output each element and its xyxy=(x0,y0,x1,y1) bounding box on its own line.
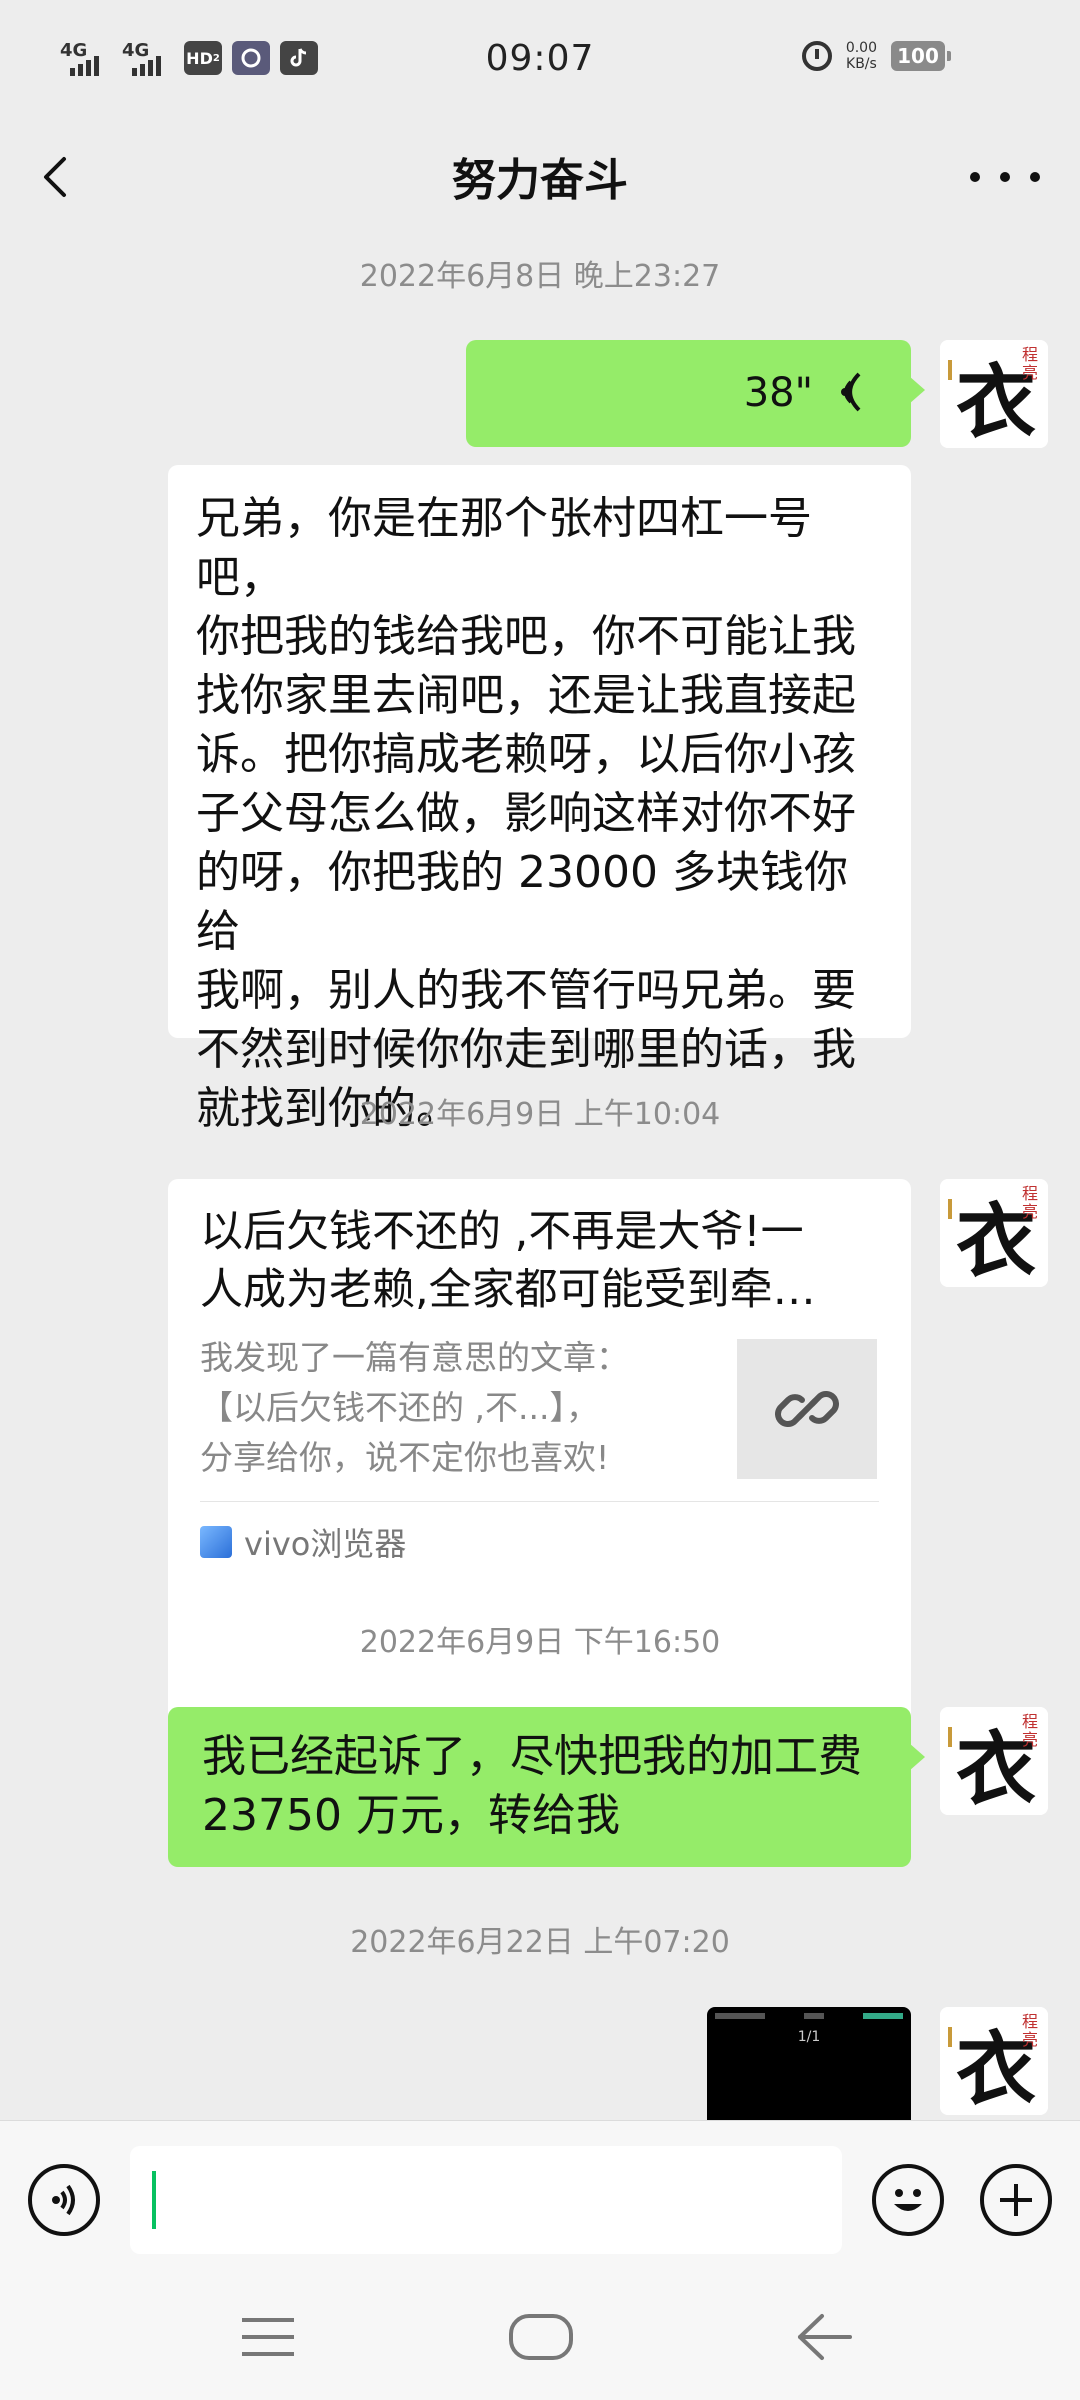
battery-icon: 100 xyxy=(891,41,951,71)
menu-button[interactable] xyxy=(240,2312,296,2362)
dot-icon xyxy=(970,172,980,182)
svg-text:亮: 亮 xyxy=(1022,2030,1038,2049)
plus-icon xyxy=(1000,2184,1032,2216)
svg-text:程: 程 xyxy=(1022,1712,1038,1731)
svg-text:程: 程 xyxy=(1022,345,1038,364)
message-text: 兄弟，你是在那个张村四杠一号吧， 你把我的钱给我吧，你不可能让我 找你家里去闹吧… xyxy=(196,489,883,1138)
timestamp: 2022年6月22日 上午07:20 xyxy=(350,1925,730,1960)
status-bar: 4G 4G HD 2 09:07 0.00 KB/s 100 xyxy=(0,0,1080,122)
avatar-image: 衣 程 亮 xyxy=(940,2007,1048,2115)
message-line: 23750 万元，转给我 xyxy=(202,1790,620,1841)
message-text: 我已经起诉了，尽快把我的加工费 23750 万元，转给我 xyxy=(202,1727,877,1845)
svg-text:程: 程 xyxy=(1022,2012,1038,2031)
timestamp: 2022年6月9日 下午16:50 xyxy=(359,1625,721,1660)
svg-text:亮: 亮 xyxy=(1022,363,1038,382)
avatar[interactable]: 衣 程 亮 xyxy=(940,1707,1048,1815)
emoji-icon xyxy=(894,2189,922,2211)
message-line: 我已经起诉了，尽快把我的加工费 xyxy=(202,1731,862,1782)
alarm-icon xyxy=(801,41,832,71)
speed-value: 0.00 xyxy=(845,40,877,56)
vivo-browser-icon xyxy=(200,1526,232,1558)
battery-level: 100 xyxy=(897,44,939,68)
message-bubble[interactable]: 兄弟，你是在那个张村四杠一号吧， 你把我的钱给我吧，你不可能让我 找你家里去闹吧… xyxy=(168,465,911,1134)
menu-icon xyxy=(242,2318,294,2356)
link-thumbnail xyxy=(737,1339,877,1479)
more-options-button[interactable] xyxy=(970,162,1040,192)
message-line: 找你家里去闹吧，还是让我直接起 xyxy=(196,670,856,721)
input-bar xyxy=(0,2120,1080,2280)
avatar[interactable]: 衣 程 亮 xyxy=(940,2007,1048,2115)
message-line: 兄弟，你是在那个张村四杠一号吧， xyxy=(196,493,812,603)
link-icon xyxy=(775,1391,839,1427)
avatar[interactable]: 衣 程 亮 xyxy=(940,1179,1048,1287)
more-actions-button[interactable] xyxy=(980,2164,1052,2236)
link-source-label: vivo浏览器 xyxy=(244,1525,407,1563)
avatar[interactable]: 衣 程 亮 xyxy=(940,340,1048,448)
timestamp: 2022年6月9日 上午10:04 xyxy=(359,1097,721,1132)
voice-message-bubble[interactable]: 38" xyxy=(466,340,925,447)
timestamp: 2022年6月8日 晚上23:27 xyxy=(359,259,721,294)
avatar-image: 衣 程 亮 xyxy=(940,340,1048,448)
link-desc-line: 分享给你，说不定你也喜欢! xyxy=(200,1438,610,1477)
link-card-description: 我发现了一篇有意思的文章： 【以后欠钱不还的 ,不...】， 分享给你，说不定你… xyxy=(200,1333,720,1483)
link-source: vivo浏览器 xyxy=(200,1519,406,1565)
message-line: 我啊，别人的我不管行吗兄弟。要 xyxy=(196,965,856,1016)
message-list[interactable]: 2022年6月8日 晚上23:27 38" 衣 程 亮 兄弟，你是在那个张村四杠… xyxy=(0,237,1080,2120)
message-line: 诉。把你搞成老赖呀，以后你小孩 xyxy=(196,729,856,780)
voice-input-button[interactable] xyxy=(28,2164,100,2236)
image-message[interactable]: 1/1 xyxy=(707,2007,911,2120)
link-desc-line: 【以后欠钱不还的 ,不...】， xyxy=(200,1388,599,1427)
chat-header: 努力奋斗 xyxy=(0,122,1080,237)
message-input[interactable] xyxy=(130,2146,842,2254)
home-icon xyxy=(509,2314,573,2360)
voice-duration: 38" xyxy=(743,370,813,416)
message-line: 的呀，你把我的 23000 多块钱你给 xyxy=(196,847,848,957)
image-caption: 1/1 xyxy=(797,2029,821,2045)
chat-title: 努力奋斗 xyxy=(452,155,628,206)
voice-wave-icon xyxy=(841,372,861,412)
divider xyxy=(200,1501,879,1502)
link-card-title: 以后欠钱不还的 ,不再是大爷!一 人成为老赖,全家都可能受到牵… xyxy=(200,1203,879,1319)
svg-text:程: 程 xyxy=(1022,1184,1038,1203)
image-status-strip xyxy=(715,2013,903,2023)
link-title-line: 人成为老赖,全家都可能受到牵… xyxy=(200,1265,816,1315)
avatar-image: 衣 程 亮 xyxy=(940,1179,1048,1287)
system-navigation-bar xyxy=(0,2280,1080,2400)
system-back-button[interactable] xyxy=(794,2310,854,2364)
dot-icon xyxy=(1030,172,1040,182)
back-arrow-icon xyxy=(798,2314,852,2360)
message-line: 你把我的钱给我吧，你不可能让我 xyxy=(196,611,856,662)
message-bubble-sent[interactable]: 我已经起诉了，尽快把我的加工费 23750 万元，转给我 xyxy=(168,1707,925,1867)
link-title-line: 以后欠钱不还的 ,不再是大爷!一 xyxy=(200,1207,804,1257)
message-line: 子父母怎么做，影响这样对你不好 xyxy=(196,788,856,839)
message-line: 不然到时候你你走到哪里的话，我 xyxy=(196,1024,856,1075)
avatar-image: 衣 程 亮 xyxy=(940,1707,1048,1815)
home-button[interactable] xyxy=(508,2310,574,2364)
dot-icon xyxy=(1000,172,1010,182)
svg-text:亮: 亮 xyxy=(1022,1202,1038,1221)
link-desc-line: 我发现了一篇有意思的文章： xyxy=(200,1338,629,1377)
status-right: 0.00 KB/s 100 xyxy=(801,40,951,72)
emoji-button[interactable] xyxy=(872,2164,944,2236)
text-caret xyxy=(152,2171,156,2229)
svg-text:亮: 亮 xyxy=(1022,1730,1038,1749)
speed-unit: KB/s xyxy=(846,56,877,72)
network-speed: 0.00 KB/s xyxy=(846,40,877,72)
voice-icon xyxy=(52,2184,75,2216)
